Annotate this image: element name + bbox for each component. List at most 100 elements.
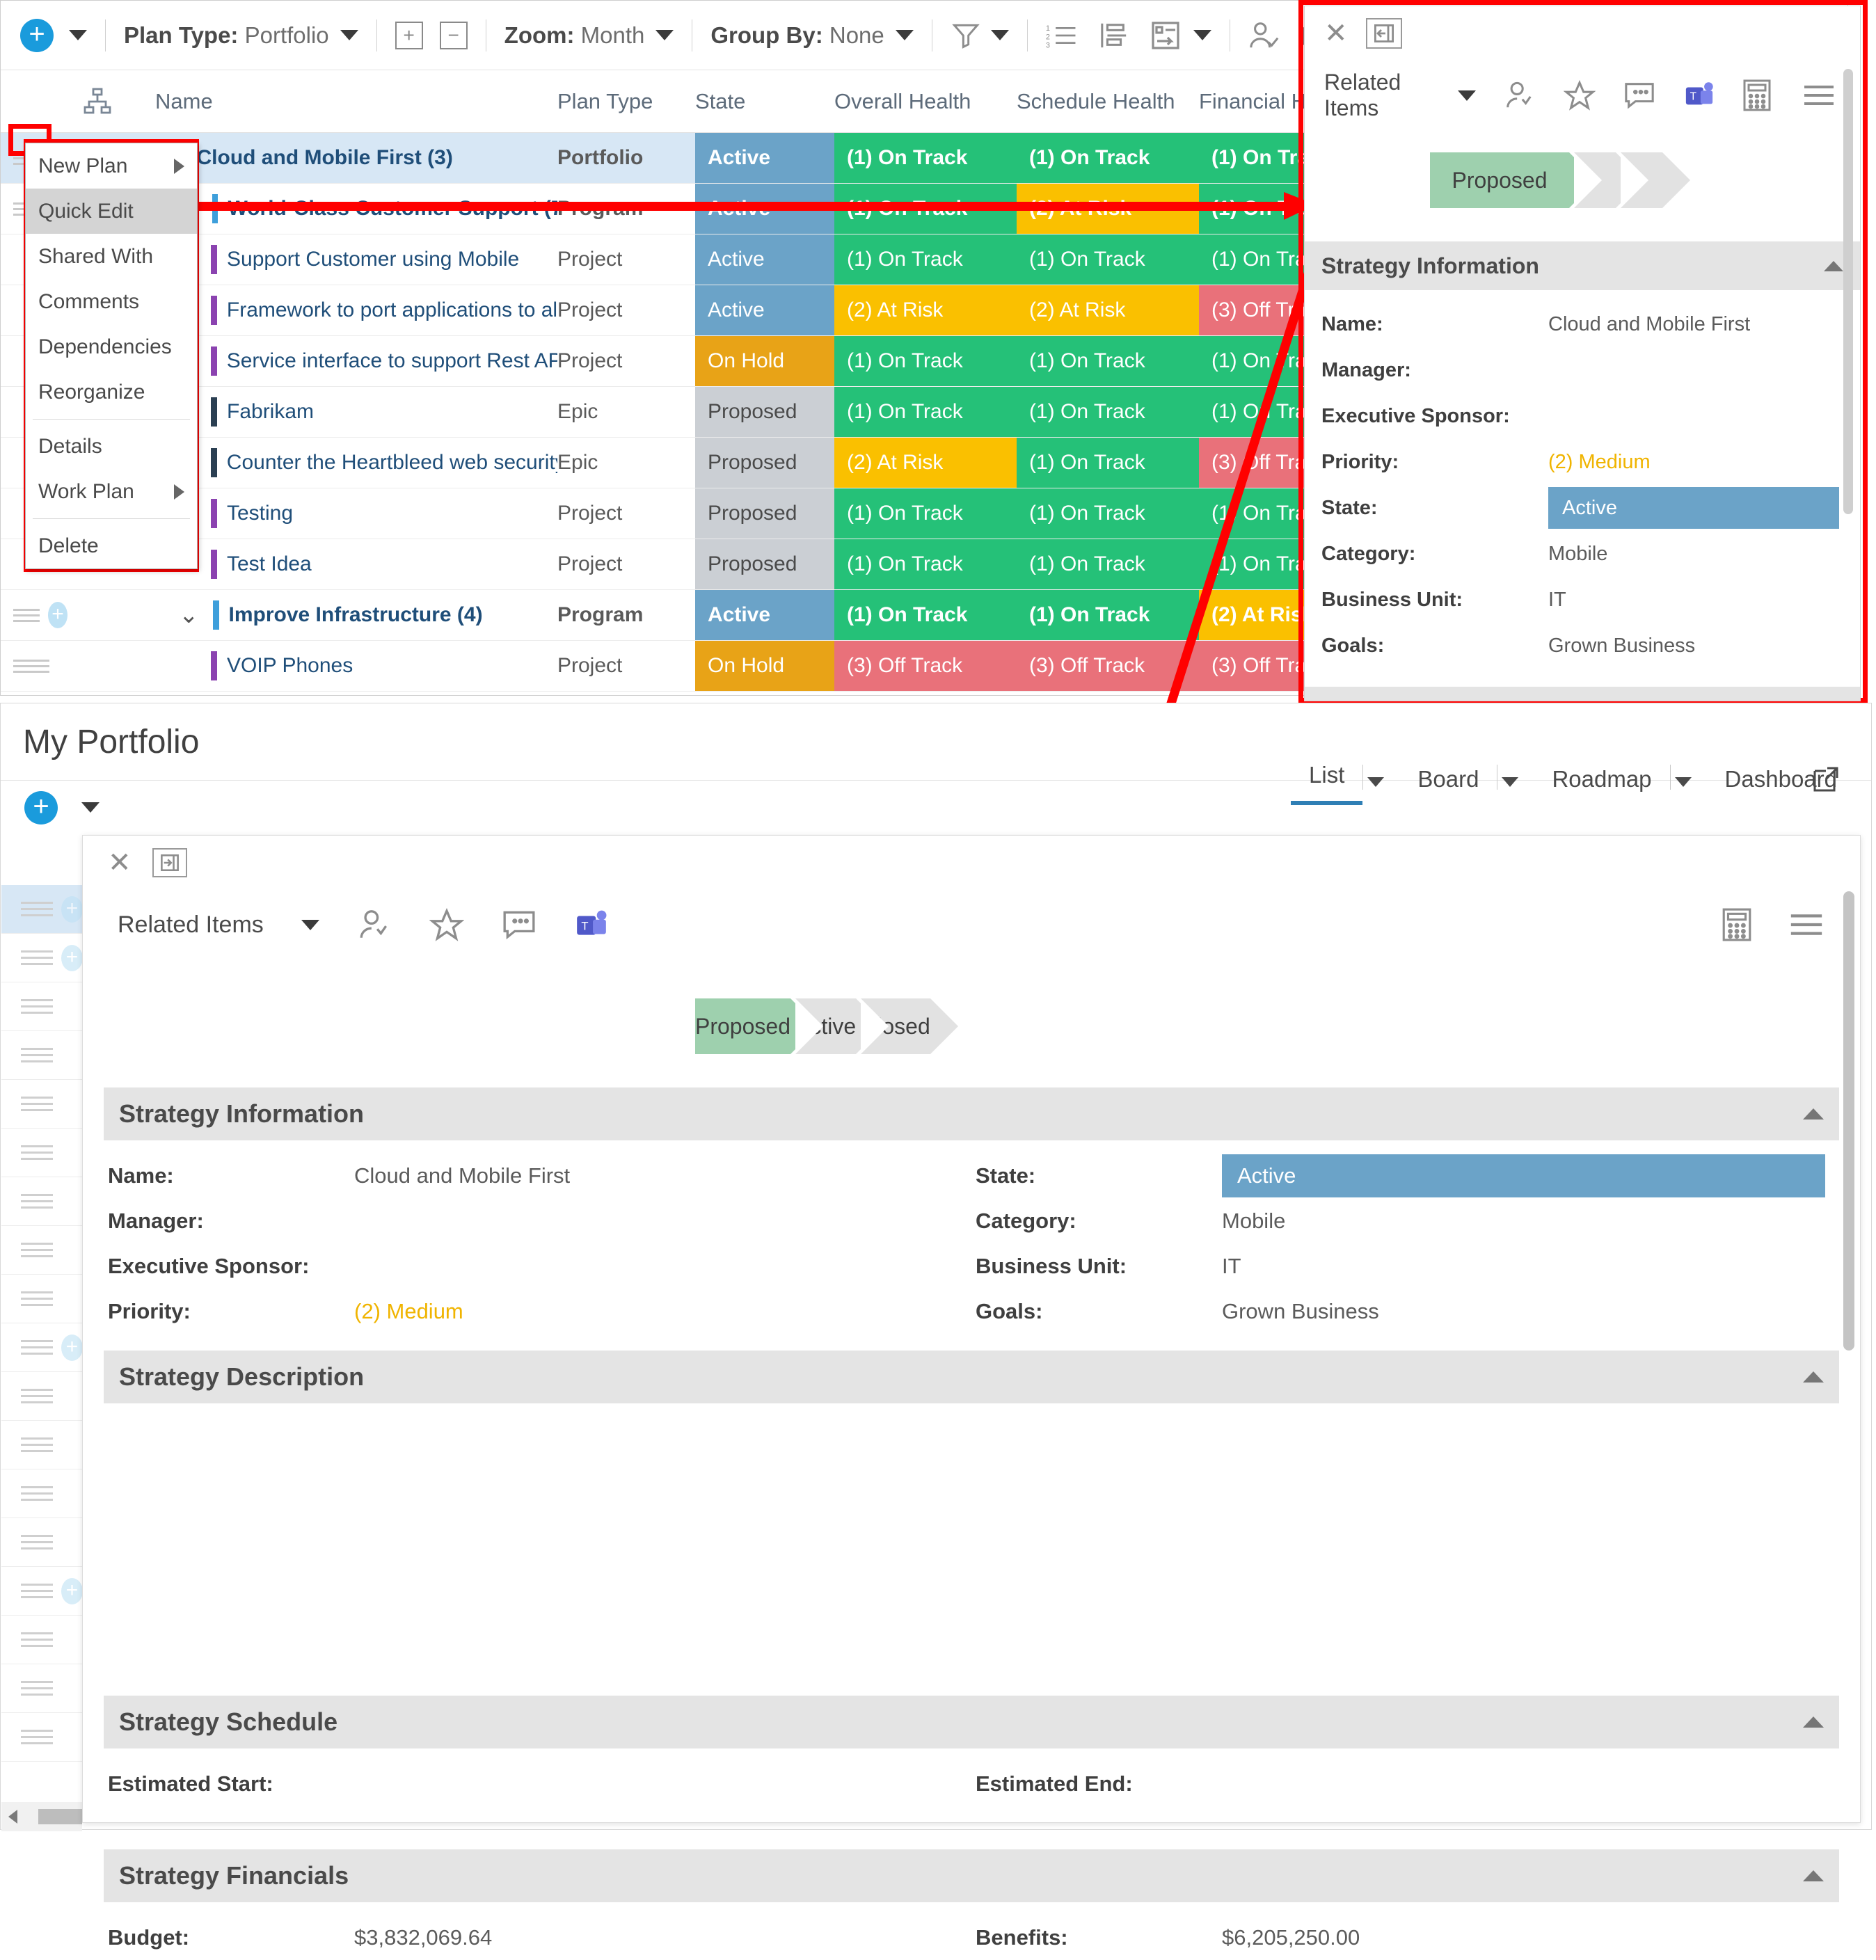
stage-proposed[interactable]: Proposed xyxy=(695,998,790,1054)
list-item[interactable] xyxy=(1,1518,83,1567)
group-by-caret-icon[interactable] xyxy=(896,30,914,40)
assign-resource-icon[interactable] xyxy=(357,908,392,941)
stage-proposed[interactable]: Proposed xyxy=(1430,152,1569,208)
drag-handle-icon[interactable] xyxy=(21,1726,53,1748)
row-name[interactable]: Testing xyxy=(227,502,293,525)
add-row-icon[interactable]: + xyxy=(61,896,83,923)
add-row-icon[interactable]: + xyxy=(61,1334,83,1361)
row-name[interactable]: Improve Infrastructure (4) xyxy=(229,603,483,627)
list-item[interactable] xyxy=(1,1469,83,1518)
drag-handle-icon[interactable] xyxy=(21,1579,53,1602)
menu-item-quick-edit[interactable]: Quick Edit xyxy=(26,189,197,234)
stage-closed[interactable]: Closed xyxy=(861,998,930,1054)
filter-caret-icon[interactable] xyxy=(991,30,1009,40)
scrollbar-thumb[interactable] xyxy=(1843,891,1854,1351)
related-items-caret-icon[interactable] xyxy=(1458,90,1476,101)
row-name[interactable]: Cloud and Mobile First (3) xyxy=(197,146,453,170)
favorite-star-icon[interactable] xyxy=(429,908,464,941)
list-item[interactable] xyxy=(1,982,83,1031)
chevron-up-icon[interactable] xyxy=(1803,1108,1824,1120)
drag-handle-icon[interactable] xyxy=(13,605,40,626)
scroll-left-arrow-icon[interactable] xyxy=(8,1810,17,1824)
menu-item-comments[interactable]: Comments xyxy=(26,279,197,324)
row-name[interactable]: VOIP Phones xyxy=(227,654,353,678)
stage-step-2[interactable] xyxy=(1574,152,1616,208)
outline-icon[interactable] xyxy=(1099,21,1129,50)
related-items-dropdown[interactable]: Related Items xyxy=(1324,70,1430,121)
expand-all-button[interactable]: + xyxy=(395,22,423,49)
list-item[interactable]: + xyxy=(1,934,83,982)
plan-type-filter[interactable]: Plan Type: Portfolio xyxy=(124,22,329,49)
zoom-caret-icon[interactable] xyxy=(655,30,674,40)
field-value-priority[interactable]: (2) Medium xyxy=(1548,451,1651,474)
board-caret-icon[interactable] xyxy=(1502,777,1518,787)
row-name[interactable]: Support Customer using Mobile xyxy=(227,248,519,271)
add-button[interactable]: + xyxy=(24,791,58,824)
row-handle[interactable] xyxy=(1,641,67,691)
list-item[interactable] xyxy=(1,1080,83,1129)
drag-handle-icon[interactable] xyxy=(21,1092,53,1115)
assign-resource-icon[interactable] xyxy=(1504,80,1536,111)
column-header-state[interactable]: State xyxy=(695,89,834,114)
list-item[interactable]: + xyxy=(1,1323,83,1372)
menu-item-details[interactable]: Details xyxy=(26,424,197,469)
menu-item-dependencies[interactable]: Dependencies xyxy=(26,324,197,369)
row-name[interactable]: Service interface to support Rest API xyxy=(227,349,557,373)
drag-handle-icon[interactable] xyxy=(21,946,53,969)
column-header-overall-health[interactable]: Overall Health xyxy=(834,89,1017,114)
drag-handle-icon[interactable] xyxy=(21,1287,53,1310)
group-by-filter[interactable]: Group By: None xyxy=(710,22,884,49)
zoom-filter[interactable]: Zoom: Month xyxy=(504,22,645,49)
field-value-state[interactable]: Active xyxy=(1222,1154,1825,1197)
list-item[interactable]: + xyxy=(1,885,83,934)
drag-handle-icon[interactable] xyxy=(21,1238,53,1261)
add-row-icon[interactable]: + xyxy=(61,1578,83,1604)
list-item[interactable] xyxy=(1,1616,83,1664)
comment-icon[interactable] xyxy=(502,909,536,941)
menu-item-new-plan[interactable]: New Plan xyxy=(26,143,197,189)
section-strategy-schedule[interactable]: Strategy Schedule xyxy=(104,1696,1839,1748)
menu-icon[interactable] xyxy=(1789,908,1824,941)
add-dropdown-caret-icon[interactable] xyxy=(81,802,100,813)
assign-resource-icon[interactable] xyxy=(1248,20,1280,51)
list-item[interactable] xyxy=(1,1226,83,1275)
row-context-menu[interactable]: New PlanQuick EditShared WithCommentsDep… xyxy=(25,143,198,569)
field-value-category[interactable]: Mobile xyxy=(1548,543,1607,566)
field-value-business-unit[interactable]: IT xyxy=(1548,589,1566,612)
tab-dashboard[interactable]: Dashboard xyxy=(1707,766,1855,805)
list-item[interactable] xyxy=(1,1129,83,1177)
calculator-icon[interactable] xyxy=(1743,79,1771,111)
tab-list[interactable]: List xyxy=(1291,762,1362,805)
drag-handle-icon[interactable] xyxy=(21,1141,53,1164)
drag-handle-icon[interactable] xyxy=(21,1628,53,1651)
list-item[interactable] xyxy=(1,1421,83,1469)
menu-icon[interactable] xyxy=(1803,79,1835,111)
chevron-up-icon[interactable] xyxy=(1803,1371,1824,1383)
row-name[interactable]: Framework to port applications to all xyxy=(227,298,557,322)
row-name[interactable]: Test Idea xyxy=(227,552,312,576)
comment-icon[interactable] xyxy=(1623,81,1655,110)
drag-handle-icon[interactable] xyxy=(21,1385,53,1408)
drag-handle-icon[interactable] xyxy=(21,1677,53,1700)
chevron-up-icon[interactable] xyxy=(1803,1716,1824,1728)
row-handle[interactable]: + xyxy=(1,590,67,640)
list-item[interactable]: + xyxy=(1,1567,83,1616)
field-value-name[interactable]: Cloud and Mobile First xyxy=(1548,313,1750,336)
field-value-name[interactable]: Cloud and Mobile First xyxy=(354,1163,570,1188)
close-icon[interactable]: ✕ xyxy=(1324,17,1348,49)
menu-item-shared-with[interactable]: Shared With xyxy=(26,234,197,279)
tab-roadmap[interactable]: Roadmap xyxy=(1534,766,1669,805)
drag-handle-icon[interactable] xyxy=(21,1482,53,1505)
menu-item-delete[interactable]: Delete xyxy=(26,523,197,568)
list-caret-icon[interactable] xyxy=(1367,777,1384,787)
stage-step-3[interactable] xyxy=(1621,152,1662,208)
drag-handle-icon[interactable] xyxy=(21,898,53,921)
list-item[interactable] xyxy=(1,1177,83,1226)
flyout-section-strategy-information[interactable]: Strategy Information xyxy=(1305,241,1860,290)
view-caret-icon[interactable] xyxy=(1193,30,1211,40)
field-value-benefits[interactable]: $6,205,250.00 xyxy=(1222,1925,1360,1950)
related-items-caret-icon[interactable] xyxy=(301,920,319,930)
favorite-star-icon[interactable] xyxy=(1564,80,1596,111)
list-item[interactable] xyxy=(1,1275,83,1323)
calculator-icon[interactable] xyxy=(1722,908,1751,941)
